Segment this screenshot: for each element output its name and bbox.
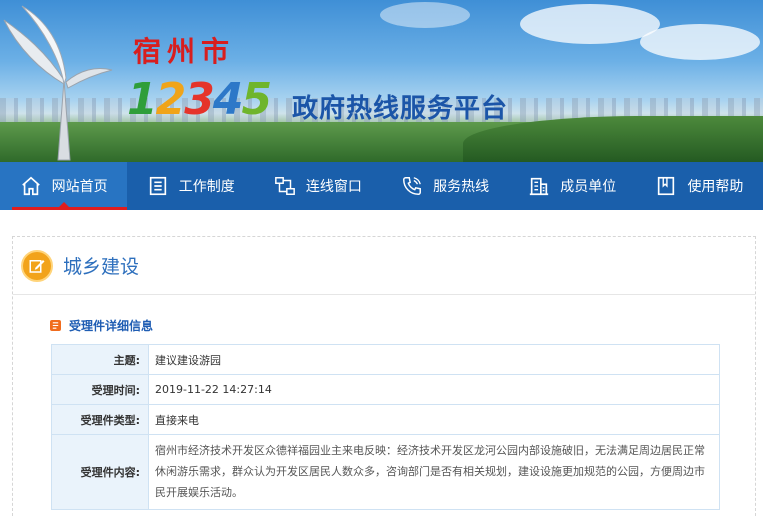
field-label: 受理件类型: [51, 404, 149, 435]
nav-item-home[interactable]: 网站首页 [0, 162, 128, 210]
hotline-digit: 4 [212, 74, 244, 125]
site-banner: 宿州市 12345 政府热线服务平台 [0, 0, 763, 162]
home-icon [21, 176, 40, 196]
list-icon [149, 176, 166, 196]
nav-label: 使用帮助 [687, 179, 744, 195]
hotline-digit: 2 [155, 74, 187, 125]
nav-label: 网站首页 [51, 179, 108, 195]
case-detail-table: 主题: 建议建设游园 受理时间: 2019-11-22 14:27:14 受理件… [51, 344, 720, 510]
table-row: 主题: 建议建设游园 [51, 344, 720, 375]
nav-item-service-hotline[interactable]: 服务热线 [382, 162, 509, 210]
main-nav: 网站首页 工作制度 连线窗口 服务热线 成员单位 使用帮助 [0, 162, 763, 210]
field-label: 主题: [51, 344, 149, 375]
sculpture-logo-icon [3, 5, 113, 161]
nav-label: 连线窗口 [305, 179, 362, 195]
edit-icon [21, 249, 53, 282]
cloud-decoration [640, 24, 760, 60]
nav-item-connection-window[interactable]: 连线窗口 [254, 162, 381, 210]
hotline-digit: 3 [184, 74, 215, 125]
cloud-decoration [380, 2, 470, 28]
field-label: 受理件内容: [51, 434, 149, 510]
platform-title: 政府热线服务平台 [292, 94, 509, 124]
banner-city-title: 宿州市 [133, 35, 236, 68]
nav-item-member-units[interactable]: 成员单位 [509, 162, 636, 210]
detail-subtitle: 受理件详细信息 [69, 319, 154, 333]
nav-label: 服务热线 [433, 179, 490, 195]
document-icon [50, 320, 61, 331]
detail-subheader: 受理件详细信息 [50, 317, 153, 334]
nav-label: 成员单位 [560, 179, 617, 195]
cloud-decoration [520, 4, 660, 44]
content-panel: 城乡建设 受理件详细信息 主题: 建议建设游园 受理时间: 2019-11-22… [12, 236, 756, 516]
network-icon [275, 177, 295, 195]
nav-item-work-rules[interactable]: 工作制度 [127, 162, 254, 210]
phone-icon [403, 177, 422, 195]
table-row: 受理件类型: 直接来电 [51, 404, 720, 435]
field-value: 直接来电 [148, 404, 720, 435]
field-value: 2019-11-22 14:27:14 [148, 374, 720, 405]
field-label: 受理时间: [51, 374, 149, 405]
table-row: 受理件内容: 宿州市经济技术开发区众德祥福园业主来电反映：经济技术开发区龙河公园… [51, 434, 720, 510]
book-icon [658, 176, 675, 196]
nav-item-help[interactable]: 使用帮助 [636, 162, 763, 210]
field-value: 宿州市经济技术开发区众德祥福园业主来电反映：经济技术开发区龙河公园内部设施破旧，… [148, 434, 720, 510]
nav-label: 工作制度 [178, 179, 235, 195]
hotline-digit: 1 [127, 74, 158, 125]
building-icon [530, 177, 549, 196]
hotline-digit: 5 [241, 74, 273, 125]
hotline-number: 12345 [127, 74, 273, 125]
table-row: 受理时间: 2019-11-22 14:27:14 [51, 374, 720, 405]
section-title: 城乡建设 [63, 256, 140, 278]
field-value: 建议建设游园 [148, 344, 720, 375]
section-header: 城乡建设 [13, 237, 755, 295]
